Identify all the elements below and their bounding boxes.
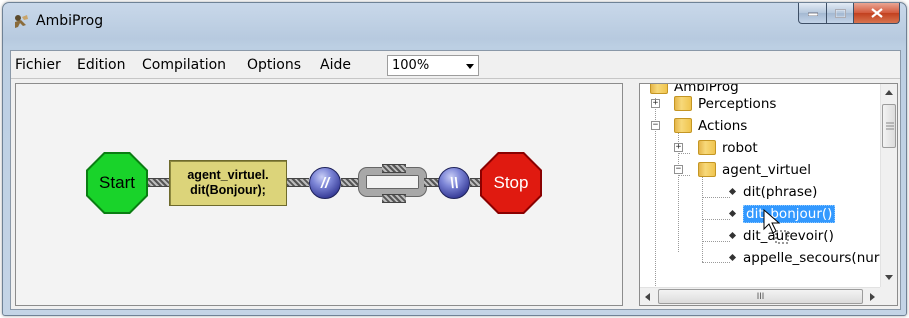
folder-open-icon	[674, 118, 692, 133]
window-title: AmbiProg	[36, 13, 104, 29]
tree-item-robot[interactable]: robot	[698, 137, 758, 158]
minimize-icon	[807, 12, 818, 16]
zoom-select[interactable]: 100%	[387, 55, 479, 76]
scrollbar-corner	[880, 287, 897, 305]
loop-top-connector	[382, 164, 406, 173]
tree-item-agent-virtuel[interactable]: agent_virtuel	[698, 159, 811, 180]
program-canvas[interactable]: Start agent_virtuel. dit(Bonjour); // \\	[15, 83, 623, 306]
expand-icon[interactable]: +	[651, 99, 660, 108]
tree-guide	[678, 175, 690, 176]
drag-cursor-icon	[763, 209, 789, 244]
action-line-1: agent_virtuel.	[187, 168, 269, 182]
method-icon	[728, 253, 737, 262]
tree-item-appelle-secours[interactable]: appelle_secours(nur	[728, 247, 880, 268]
scroll-right-icon[interactable]	[870, 293, 876, 301]
zoom-value: 100%	[392, 58, 430, 73]
close-button[interactable]	[854, 3, 900, 24]
tree-item-dit-phrase[interactable]: dit(phrase)	[728, 181, 818, 202]
tree-label: Perceptions	[698, 95, 777, 112]
folder-icon	[650, 84, 668, 94]
menu-aide[interactable]: Aide	[320, 57, 351, 73]
collapse-icon[interactable]: −	[674, 165, 683, 174]
scroll-left-icon[interactable]	[645, 293, 651, 301]
tree-item-actions[interactable]: Actions	[674, 115, 747, 136]
menu-fichier[interactable]: Fichier	[15, 57, 61, 73]
menu-bar: Fichier Edition Compilation Options Aide…	[11, 51, 900, 79]
start-block[interactable]: Start	[86, 152, 148, 214]
menu-options[interactable]: Options	[247, 57, 301, 73]
folder-icon	[698, 140, 716, 155]
menu-compilation[interactable]: Compilation	[142, 57, 226, 73]
action-line-2: dit(Bonjour);	[190, 183, 266, 197]
parallel-close-block[interactable]: \\	[438, 167, 470, 199]
collapse-icon[interactable]: −	[651, 121, 660, 130]
expand-icon[interactable]: +	[674, 143, 683, 152]
tree-guide	[702, 262, 730, 263]
scroll-up-icon[interactable]	[885, 90, 893, 96]
tree-label: agent_virtuel	[722, 161, 811, 178]
method-icon	[728, 187, 737, 196]
start-label: Start	[99, 173, 135, 192]
connector-start-action	[148, 178, 170, 187]
app-window: AmbiProg Fichier Edition Compilation Opt…	[2, 2, 907, 316]
grip-icon	[886, 122, 894, 130]
folder-icon	[674, 96, 692, 111]
stop-block[interactable]: Stop	[480, 152, 542, 214]
function-tree[interactable]: AmbiProg + Perceptions − Actions + robot…	[639, 83, 898, 306]
tree-guide	[702, 219, 730, 220]
folder-open-icon	[698, 162, 716, 177]
tree-label: robot	[722, 139, 758, 156]
loop-bottom-connector	[382, 194, 406, 203]
tree-horizontal-scrollbar[interactable]: III	[640, 287, 881, 305]
chevron-down-icon	[466, 64, 474, 69]
title-bar[interactable]: AmbiProg	[3, 3, 906, 43]
ambiprog-app-icon	[15, 15, 28, 28]
connector-action-parallel	[287, 178, 309, 187]
stop-label: Stop	[493, 173, 529, 192]
method-icon	[728, 209, 737, 218]
connector-parallel-loop	[341, 178, 361, 187]
parallel-open-icon: //	[320, 174, 330, 192]
tree-vertical-scrollbar[interactable]	[880, 84, 897, 287]
tree-guide	[678, 153, 690, 154]
maximize-button[interactable]	[827, 3, 854, 24]
method-icon	[728, 231, 737, 240]
parallel-open-block[interactable]: //	[309, 167, 341, 199]
client-area: Fichier Edition Compilation Options Aide…	[10, 50, 901, 310]
horizontal-scroll-thumb[interactable]: III	[658, 289, 863, 304]
maximize-icon	[834, 8, 846, 18]
menu-edition[interactable]: Edition	[77, 57, 125, 73]
grip-icon: III	[756, 291, 765, 301]
tree-label: appelle_secours(nur	[743, 249, 880, 266]
vertical-scroll-thumb[interactable]	[882, 104, 896, 148]
scroll-down-icon[interactable]	[885, 275, 893, 281]
close-icon	[870, 8, 883, 18]
tree-label: Actions	[698, 117, 748, 134]
tree-guide	[702, 241, 730, 242]
tree-guide	[702, 197, 730, 198]
window-controls	[798, 3, 900, 24]
minimize-button[interactable]	[798, 3, 827, 24]
tree-label: dit(phrase)	[743, 183, 818, 200]
action-block[interactable]: agent_virtuel. dit(Bonjour);	[169, 160, 287, 206]
parallel-close-icon: \\	[449, 174, 459, 192]
tree-item-perceptions[interactable]: Perceptions	[674, 93, 776, 114]
